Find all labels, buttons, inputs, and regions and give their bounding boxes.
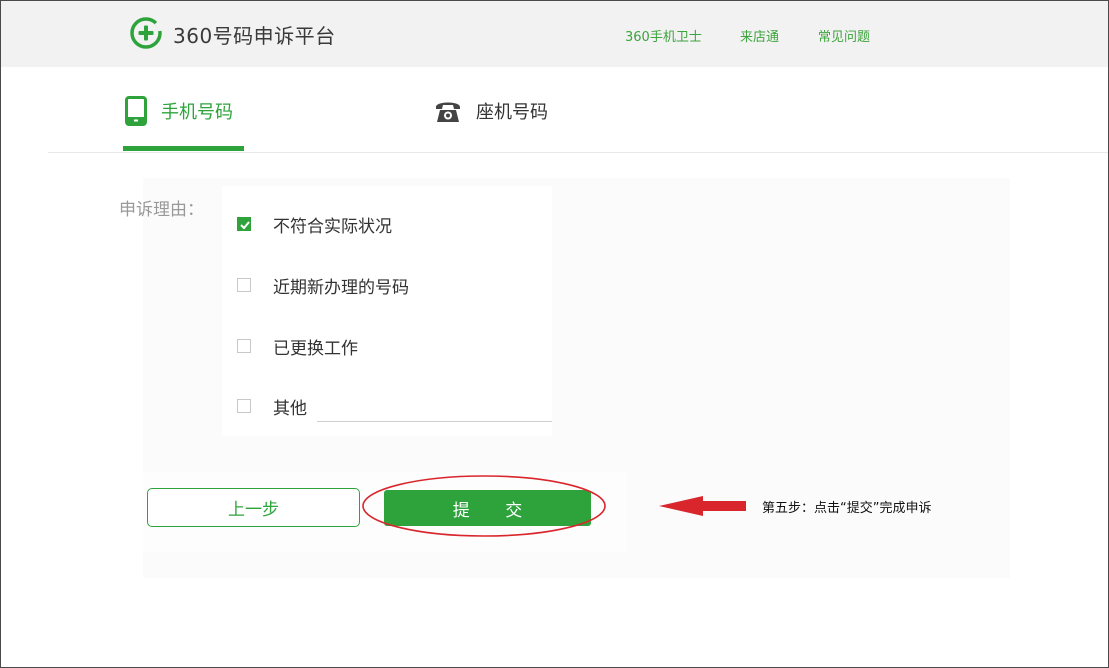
highlight-ellipse <box>362 475 606 537</box>
annotation-overlay <box>362 475 746 537</box>
red-arrow-icon <box>659 496 746 516</box>
step-five-annotation: 第五步：点击“提交”完成申诉 <box>762 501 932 516</box>
